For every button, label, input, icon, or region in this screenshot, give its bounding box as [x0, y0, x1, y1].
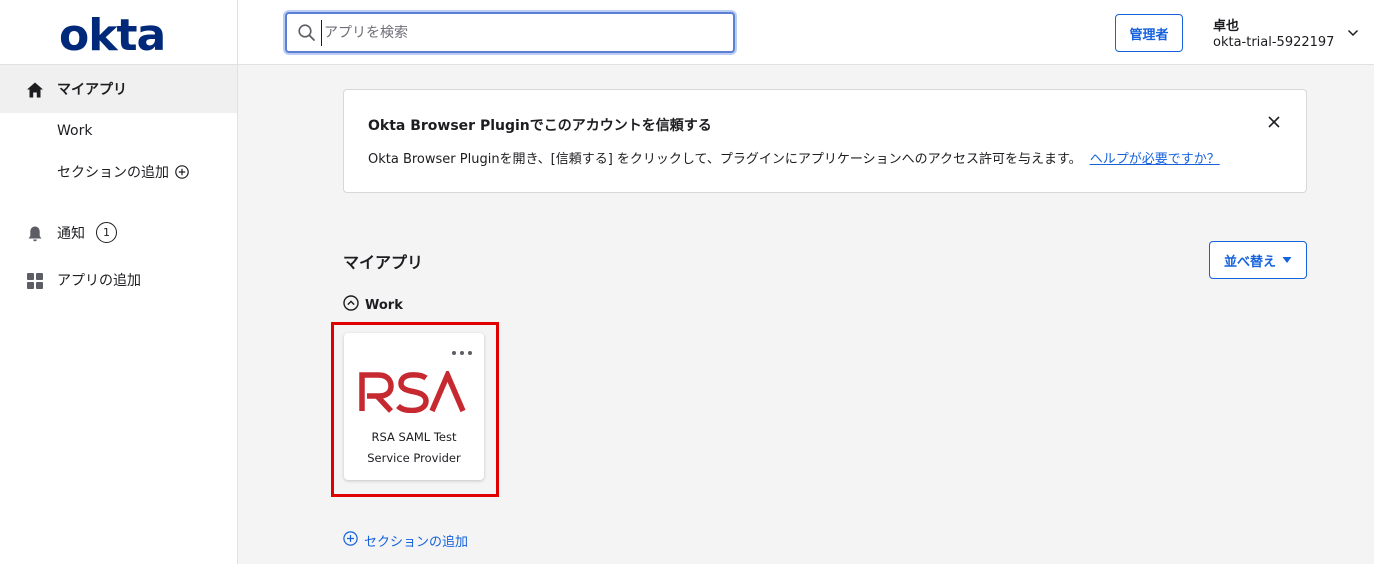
- app-tile-rsa[interactable]: RSA SAML Test Service Provider: [344, 333, 484, 480]
- app-name-line2: Service Provider: [367, 451, 461, 465]
- plus-circle-icon: [343, 531, 358, 550]
- banner-body: Okta Browser Pluginを開き、[信頼する] をクリックして、プラ…: [368, 148, 1220, 167]
- home-icon: [25, 80, 45, 100]
- user-name[interactable]: 卓也: [1213, 15, 1239, 34]
- work-section-toggle[interactable]: Work: [343, 295, 403, 315]
- search-icon: [297, 23, 317, 43]
- sidebar: okta マイアプリ Work セクションの追加 通知 1 アプリの追加: [0, 0, 238, 564]
- rsa-logo: [358, 368, 468, 414]
- banner-title: Okta Browser Pluginでこのアカウントを信頼する: [368, 118, 712, 134]
- help-link[interactable]: ヘルプが必要ですか？: [1090, 152, 1220, 167]
- caret-down-icon: [1282, 253, 1292, 268]
- chevron-up-circle-icon: [343, 295, 359, 315]
- bell-icon: [25, 224, 45, 244]
- sidebar-item-add-section[interactable]: セクションの追加: [0, 148, 237, 196]
- app-name-line1: RSA SAML Test: [371, 430, 457, 444]
- okta-logo[interactable]: okta: [59, 9, 179, 61]
- notification-count-badge: 1: [96, 222, 117, 243]
- add-section-label: セクションの追加: [364, 535, 469, 550]
- sort-label: 並べ替え: [1223, 254, 1276, 270]
- my-apps-title: マイアプリ: [343, 253, 424, 272]
- add-section-link[interactable]: セクションの追加: [343, 531, 468, 550]
- sidebar-item-notifications[interactable]: 通知 1: [0, 209, 237, 257]
- chevron-down-icon[interactable]: [1346, 25, 1360, 39]
- search-input[interactable]: [321, 20, 721, 46]
- sidebar-item-label: アプリの追加: [57, 273, 141, 289]
- banner-text: Okta Browser Pluginを開き、[信頼する] をクリックして、プラ…: [368, 152, 1082, 167]
- grid-icon: [25, 271, 45, 291]
- user-org[interactable]: okta-trial-5922197: [1213, 35, 1334, 50]
- logo-text: okta: [59, 9, 166, 61]
- sidebar-item-add-apps[interactable]: アプリの追加: [0, 256, 237, 304]
- sidebar-item-label: 通知: [57, 226, 85, 242]
- sidebar-item-label: セクションの追加: [57, 165, 169, 181]
- browser-plugin-banner: Okta Browser Pluginでこのアカウントを信頼する Okta Br…: [343, 89, 1307, 193]
- admin-button[interactable]: 管理者: [1115, 14, 1183, 52]
- sidebar-item-my-apps[interactable]: マイアプリ: [0, 65, 237, 113]
- more-options-icon[interactable]: [450, 343, 474, 355]
- sidebar-item-label: Work: [57, 123, 93, 139]
- top-header: 管理者 卓也 okta-trial-5922197: [238, 0, 1374, 65]
- work-section-label: Work: [365, 297, 403, 313]
- search-box[interactable]: [285, 12, 735, 53]
- plus-circle-icon: [175, 165, 189, 179]
- sort-button[interactable]: 並べ替え: [1209, 241, 1307, 279]
- close-icon[interactable]: [1266, 114, 1282, 130]
- sidebar-item-label: マイアプリ: [57, 82, 127, 98]
- app-tile-name: RSA SAML Test Service Provider: [344, 427, 484, 469]
